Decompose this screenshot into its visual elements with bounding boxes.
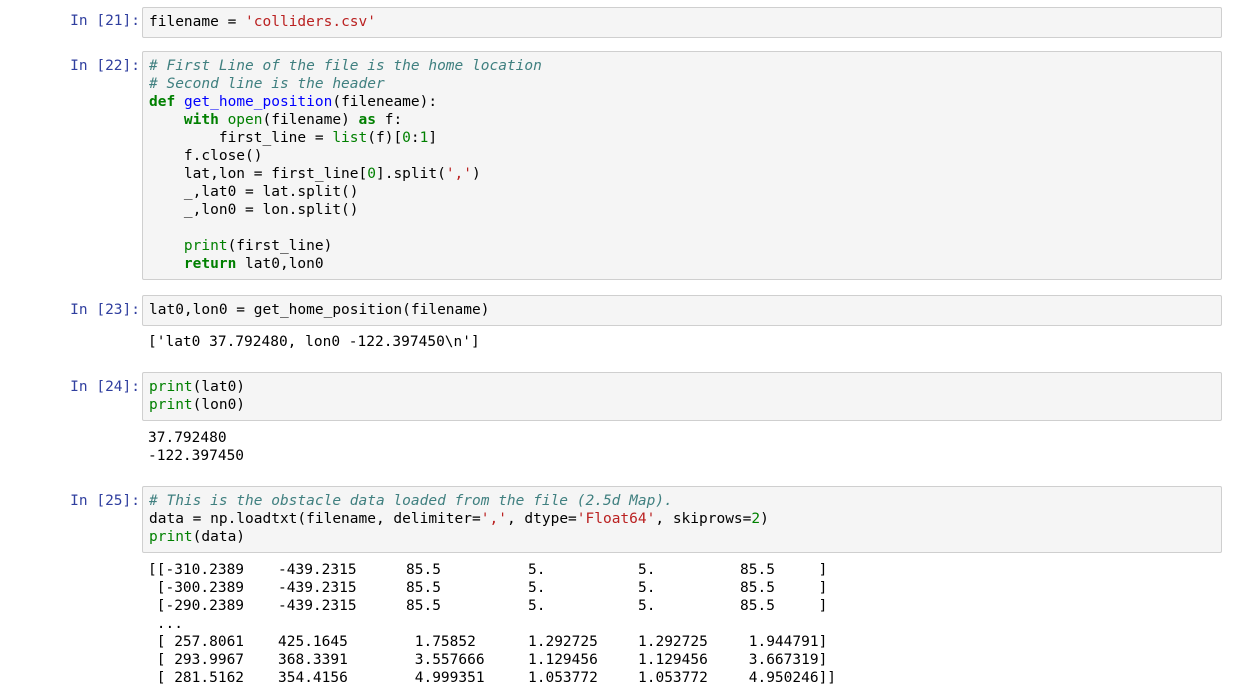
array-value: [ 281.5162 xyxy=(148,670,245,686)
array-value: 85.5 xyxy=(406,562,441,578)
array-value: -439.2315 xyxy=(278,562,357,578)
array-value: 5. xyxy=(528,580,546,596)
code-input[interactable]: # This is the obstacle data loaded from … xyxy=(142,486,1222,553)
array-value: 3.557666 xyxy=(406,652,485,668)
array-value: 1.292725 xyxy=(638,634,708,650)
array-row: [ 257.8061 425.1645 1.75852 1.292725 1.2927… xyxy=(148,633,830,651)
array-value: 85.5 xyxy=(406,598,441,614)
array-row: [ 281.5162 354.4156 4.999351 1.053772 1.053… xyxy=(148,669,837,687)
code-input[interactable]: print(lat0) print(lon0) xyxy=(142,372,1222,421)
array-value: 85.5 ] xyxy=(740,580,828,596)
array-value: 1.129456 xyxy=(638,652,708,668)
array-value: 354.4156 xyxy=(278,670,348,686)
array-value: 1.053772 xyxy=(638,670,708,686)
cell-prompt: In [21]: xyxy=(70,13,140,29)
array-value: 1.129456 xyxy=(528,652,598,668)
array-value: 5. xyxy=(638,598,656,614)
array-value: 4.950246]] xyxy=(740,670,837,686)
code-input[interactable]: filename = 'colliders.csv' xyxy=(142,7,1222,38)
cell-prompt: In [24]: xyxy=(70,379,140,395)
array-row: [-300.2389 -439.2315 85.5 5. 5. 85.5 ] xyxy=(148,579,830,597)
array-value: 1.292725 xyxy=(528,634,598,650)
array-value: ... xyxy=(148,616,183,632)
cell-output: [[-310.2389 -439.2315 85.5 5. 5. 85.5 ] [-300… xyxy=(148,561,837,687)
array-row: [-290.2389 -439.2315 85.5 5. 5. 85.5 ] xyxy=(148,597,830,615)
array-value: 85.5 ] xyxy=(740,562,828,578)
array-value: [ 257.8061 xyxy=(148,634,245,650)
array-value: 5. xyxy=(528,598,546,614)
array-value: 1.944791] xyxy=(740,634,828,650)
array-value: [[-310.2389 xyxy=(148,562,245,578)
cell-output: ['lat0 37.792480, lon0 -122.397450\n'] xyxy=(148,334,480,350)
array-value: 5. xyxy=(528,562,546,578)
code-input[interactable]: lat0,lon0 = get_home_position(filename) xyxy=(142,295,1222,326)
array-value: 85.5 ] xyxy=(740,598,828,614)
array-value: [-290.2389 xyxy=(148,598,245,614)
array-row: [ 293.9967 368.3391 3.557666 1.129456 1.129… xyxy=(148,651,830,669)
array-value: 1.053772 xyxy=(528,670,598,686)
array-value: 5. xyxy=(638,562,656,578)
array-row: [[-310.2389 -439.2315 85.5 5. 5. 85.5 ] xyxy=(148,561,830,579)
cell-prompt: In [25]: xyxy=(70,493,140,509)
cell-prompt: In [22]: xyxy=(70,58,140,74)
array-value: -439.2315 xyxy=(278,598,357,614)
array-value: 4.999351 xyxy=(406,670,485,686)
cell-prompt: In [23]: xyxy=(70,302,140,318)
array-value: [ 293.9967 xyxy=(148,652,245,668)
code-input[interactable]: # First Line of the file is the home loc… xyxy=(142,51,1222,280)
array-value: 3.667319] xyxy=(740,652,828,668)
cell-output: 37.792480 -122.397450 xyxy=(148,430,245,464)
array-value: 425.1645 xyxy=(278,634,348,650)
array-value: 85.5 xyxy=(406,580,441,596)
array-value: 5. xyxy=(638,580,656,596)
array-value: [-300.2389 xyxy=(148,580,245,596)
array-value: 1.75852 xyxy=(406,634,476,650)
array-value: -439.2315 xyxy=(278,580,357,596)
array-value: 368.3391 xyxy=(278,652,348,668)
array-row: ... xyxy=(148,615,830,633)
